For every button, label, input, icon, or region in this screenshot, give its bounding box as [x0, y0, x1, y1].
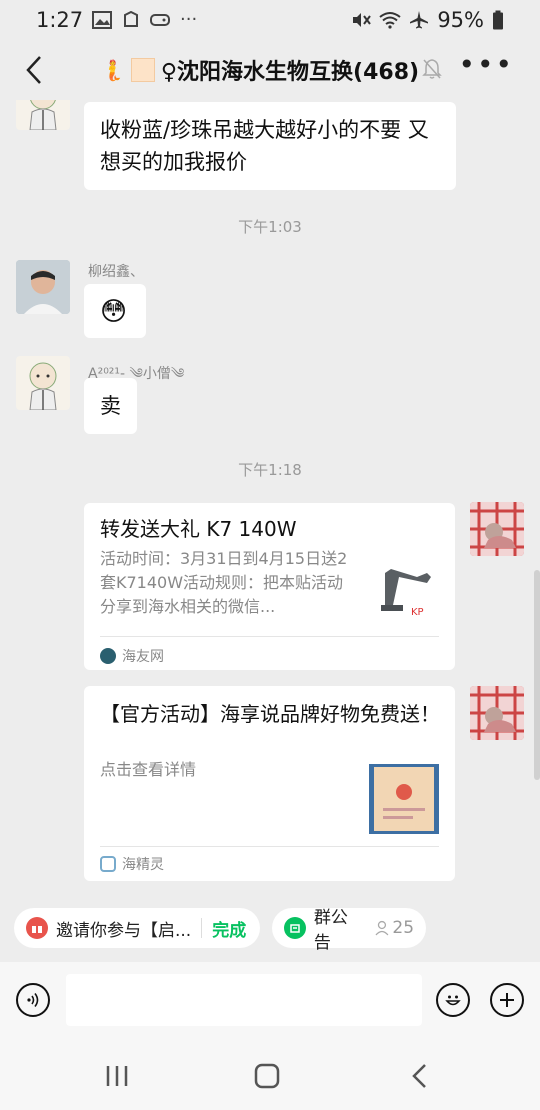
- card-source-name: 海精灵: [122, 857, 164, 873]
- group-name: ♀沈阳海水生物互换(468): [160, 60, 420, 85]
- chip-divider: [201, 918, 203, 938]
- person-icon: [375, 920, 389, 936]
- avatar[interactable]: [16, 260, 70, 314]
- flushed-face-emoji: 😳: [100, 297, 128, 327]
- chat-header: 🧜 ♀沈阳海水生物互换(468) •••: [0, 38, 540, 100]
- avatar[interactable]: [16, 356, 70, 410]
- notification-icons: ···: [92, 9, 197, 30]
- announcement-icon: [284, 917, 306, 939]
- message-text: 收粉蓝/珍珠吊越大越好小的不要 又想买的加我报价: [100, 118, 429, 174]
- status-time: 1:27: [36, 8, 84, 32]
- invite-chip[interactable]: 邀请你参与【启... 完成: [14, 908, 260, 948]
- message-bubble[interactable]: 收粉蓝/珍珠吊越大越好小的不要 又想买的加我报价: [84, 102, 456, 190]
- timestamp: 下午1:03: [238, 218, 302, 236]
- card-divider: [100, 846, 439, 847]
- gift-icon: [26, 917, 48, 939]
- game-icon: [150, 13, 170, 26]
- more-notifications-icon: ···: [180, 9, 198, 30]
- back-button[interactable]: [14, 50, 54, 90]
- gallery-icon: [92, 10, 112, 29]
- recent-apps-button[interactable]: [104, 1064, 130, 1088]
- timestamp: 下午1:18: [238, 461, 302, 479]
- message-list[interactable]: 收粉蓝/珍珠吊越大越好小的不要 又想买的加我报价 下午1:03 柳绍鑫、 😳 A…: [0, 100, 540, 896]
- message-bubble[interactable]: 😳: [84, 284, 146, 338]
- svg-text:KP: KP: [411, 607, 424, 618]
- message-input[interactable]: [66, 974, 422, 1026]
- card-thumbnail: KP: [377, 555, 439, 621]
- system-indicators: 95%: [351, 8, 504, 32]
- app-notification-icon: [124, 10, 138, 27]
- card-source-name: 海友网: [122, 649, 164, 665]
- card-thumbnail: [369, 764, 439, 834]
- mermaid-icon: 🧜: [100, 58, 125, 82]
- input-bar: [0, 962, 540, 1038]
- battery-icon: [493, 10, 503, 30]
- avatar[interactable]: [470, 686, 524, 740]
- announcement-label: 群公告: [313, 908, 348, 953]
- haijingling-icon: [100, 856, 116, 872]
- airplane-mode-icon: [410, 11, 429, 29]
- plus-icon: [500, 993, 514, 1007]
- chat-title[interactable]: 🧜 ♀沈阳海水生物互换(468): [100, 54, 419, 86]
- haiyou-icon: [100, 648, 116, 664]
- system-navigation-bar: [0, 1038, 540, 1110]
- card-divider: [100, 636, 439, 637]
- battery-percent: 95%: [437, 8, 484, 32]
- emoji-placeholder-icon: [130, 58, 155, 82]
- card-title: 转发送大礼 K7 140W: [100, 517, 297, 541]
- chevron-left-icon: [26, 56, 41, 84]
- back-nav-button[interactable]: [410, 1063, 428, 1089]
- card-title: 【官方活动】海享说品牌好物免费送！: [100, 702, 440, 726]
- smiley-icon: [445, 995, 461, 1006]
- announcement-chip[interactable]: 群公告 25: [272, 908, 426, 953]
- status-bar: 1:27 ··· 95%: [0, 0, 540, 38]
- card-source: 海精灵: [100, 854, 164, 874]
- avatar[interactable]: [16, 100, 70, 130]
- avatar[interactable]: [470, 502, 524, 556]
- message-text: 卖: [100, 394, 121, 418]
- emoji-button[interactable]: [436, 983, 470, 1017]
- card-description: 活动时间：3月31日到4月15日送2套K7140W活动规则：把本贴活动分享到海水…: [100, 549, 348, 616]
- member-count: 25: [392, 918, 415, 938]
- vibrate-icon: [353, 13, 372, 27]
- pinned-bar: 邀请你参与【启... 完成 群公告 25: [0, 896, 540, 962]
- done-button[interactable]: 完成: [212, 916, 246, 941]
- card-source: 海友网: [100, 646, 164, 666]
- mute-bell-icon: [422, 59, 442, 79]
- voice-icon: [27, 993, 39, 1007]
- wifi-icon: [379, 12, 401, 29]
- card-description: 点击查看详情: [100, 760, 197, 779]
- scroll-thumb[interactable]: [534, 570, 540, 780]
- voice-button[interactable]: [16, 983, 50, 1017]
- more-options-button[interactable]: •••: [458, 48, 514, 81]
- invite-text: 邀请你参与【启...: [56, 920, 192, 941]
- more-functions-button[interactable]: [490, 983, 524, 1017]
- message-bubble[interactable]: 卖: [84, 378, 137, 434]
- home-button[interactable]: [254, 1063, 280, 1089]
- sender-name: 柳绍鑫、: [88, 264, 144, 280]
- link-card[interactable]: 【官方活动】海享说品牌好物免费送！ 点击查看详情 海精灵: [84, 686, 455, 881]
- link-card[interactable]: 转发送大礼 K7 140W 活动时间：3月31日到4月15日送2套K7140W活…: [84, 503, 455, 670]
